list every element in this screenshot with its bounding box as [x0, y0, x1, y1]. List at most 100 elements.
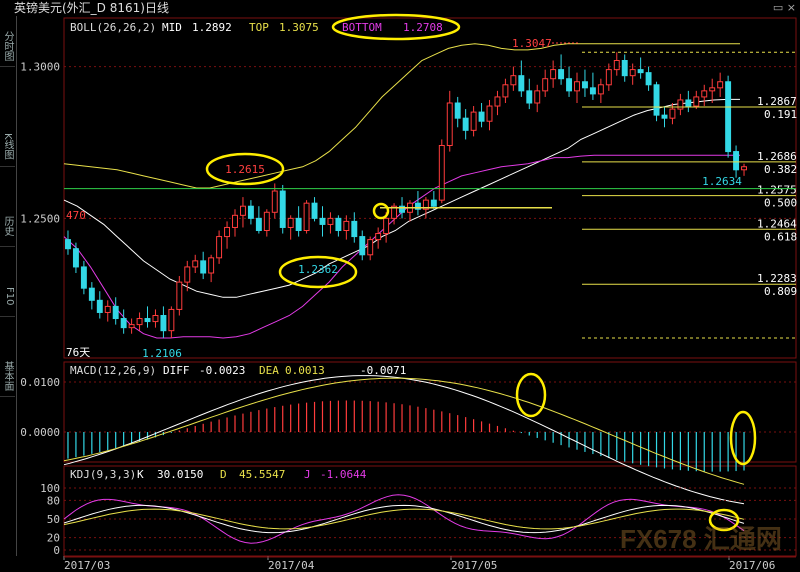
candle-body — [359, 236, 366, 256]
candle-body — [152, 315, 159, 323]
candle-body — [208, 257, 215, 274]
fib-levels: 1.28670.1911.26860.3821.25750.5001.24640… — [64, 51, 797, 339]
boll-bottom-line — [63, 154, 740, 339]
fib-ratio-label: 0.809 — [764, 285, 797, 298]
boll-mid-value: 1.2892 — [192, 21, 232, 34]
candle-body — [192, 260, 199, 268]
kdj-tick-label: 20 — [47, 532, 60, 545]
x-tick-label: 2017/06 — [729, 559, 775, 572]
candle-body — [184, 266, 191, 283]
candle-body — [494, 96, 501, 107]
candle-body — [263, 211, 270, 232]
candle-body — [383, 217, 390, 235]
candle-body — [589, 87, 596, 95]
kdj-d-value: 45.5547 — [239, 468, 285, 481]
macd-panel: 0.0100 0.0000 — [20, 372, 796, 505]
candle-body — [733, 151, 740, 171]
kdj-k-label: K — [137, 468, 144, 481]
macd-tick-label: 0.0100 — [20, 376, 60, 389]
kdj-d-label: D — [220, 468, 227, 481]
macd-value: -0.0071 — [360, 364, 406, 377]
candle-body — [574, 81, 580, 92]
candle-body — [637, 69, 644, 74]
candle-body — [367, 239, 374, 256]
candle-body — [717, 81, 724, 89]
candle-body — [343, 220, 350, 231]
macd-cross-highlight — [729, 410, 757, 466]
candle-body — [88, 287, 95, 301]
candle-body — [72, 248, 79, 268]
kdj-j-value: -1.0644 — [320, 468, 367, 481]
candle-body — [200, 260, 207, 274]
macd-diff-value: -0.0023 — [199, 364, 245, 377]
candle-body — [661, 114, 668, 119]
candle-body — [597, 84, 604, 95]
candle-body — [303, 202, 310, 232]
macd-tick-label: 0.0000 — [20, 426, 60, 439]
candle-body — [534, 90, 541, 104]
candle-body — [168, 308, 175, 332]
candle-body — [470, 111, 477, 131]
boll-top-label: TOP — [249, 21, 269, 34]
fib-ratio-label: 0.382 — [764, 163, 797, 176]
macd-diff-line — [63, 375, 745, 505]
candle-body — [558, 69, 565, 80]
candle-body — [454, 102, 461, 119]
candle-body — [104, 305, 111, 313]
price-chart[interactable]: 1.28670.1911.26860.3821.25750.5001.24640… — [0, 0, 800, 572]
candle-body — [351, 220, 358, 238]
candle-body — [725, 81, 732, 153]
candle-body — [701, 90, 708, 98]
candle-body — [232, 214, 238, 228]
candle-body — [613, 60, 620, 71]
candle-body — [160, 315, 167, 332]
candle-body — [295, 217, 302, 232]
candle-body — [446, 102, 453, 146]
candle-body — [510, 75, 517, 86]
candle-body — [255, 217, 262, 232]
boll-top-value: 1.3075 — [279, 21, 319, 34]
fib-price-label: 1.2867 — [757, 95, 797, 108]
candle-body — [542, 78, 549, 92]
candle-body — [176, 281, 183, 310]
candle-body — [430, 199, 437, 207]
candle-body — [279, 190, 286, 228]
candle-body — [136, 318, 143, 326]
candle-body — [80, 266, 87, 289]
candle-body — [693, 96, 700, 107]
macd-dea-label: DEA — [259, 364, 279, 377]
candle-body — [478, 111, 485, 122]
candle-body — [486, 105, 493, 122]
candle-body — [502, 84, 509, 98]
fib-ratio-label: 0.191 — [764, 108, 797, 121]
candle-body — [462, 117, 469, 131]
price-tick-label: 1.2500 — [20, 212, 60, 225]
candle-body — [239, 205, 246, 216]
breakout-highlight — [372, 202, 390, 220]
days-count-label: 76天 — [66, 346, 90, 359]
fib-price-label: 1.2283 — [757, 272, 797, 285]
candle-body — [128, 324, 135, 329]
candle-body — [144, 318, 151, 323]
macd-peak-highlight — [515, 372, 547, 418]
candle-body — [709, 87, 716, 92]
candle-body — [319, 217, 326, 225]
kdj-j-label: J — [304, 468, 311, 481]
low-price-label: 1.2106 — [142, 347, 182, 360]
peak-price-label: 1.2615 — [225, 163, 265, 176]
left-mark-label: 470 — [66, 209, 86, 222]
kdj-label: KDJ(9,3,3) — [70, 468, 136, 481]
kdj-tick-label: 100 — [40, 482, 60, 495]
candle-body — [375, 233, 382, 241]
recent-low-label: 1.2634 — [702, 175, 742, 188]
candle-body — [685, 99, 692, 107]
candle-body — [335, 217, 342, 232]
candle-body — [224, 226, 231, 238]
watermark: FX678 汇通网 — [620, 524, 782, 554]
candle-body — [669, 108, 676, 119]
candle-body — [621, 60, 628, 77]
kdj-tick-label: 0 — [53, 544, 60, 557]
x-tick-label: 2017/05 — [451, 559, 497, 572]
candle-body — [65, 239, 71, 250]
price-tick-label: 1.3000 — [20, 61, 60, 74]
